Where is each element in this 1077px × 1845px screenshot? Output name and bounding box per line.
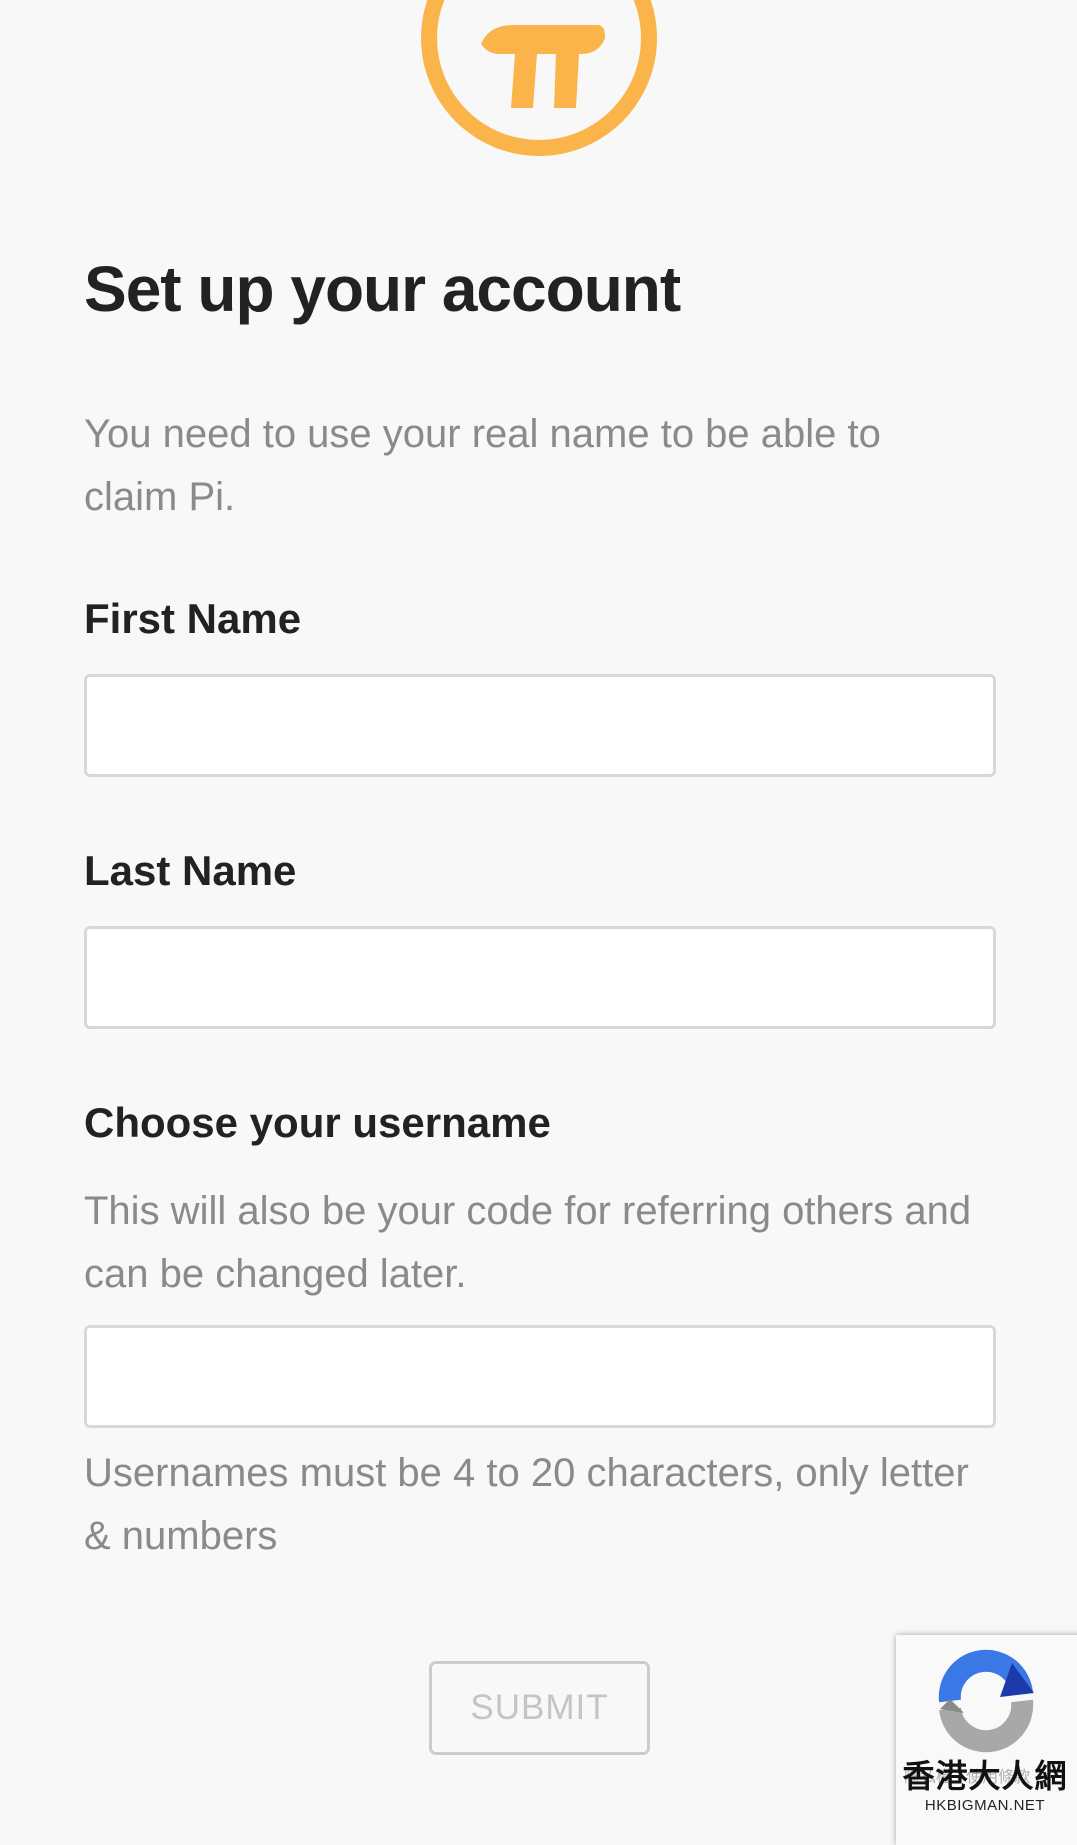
pi-logo-icon xyxy=(481,25,605,108)
username-description: This will also be your code for referrin… xyxy=(84,1189,972,1296)
username-input[interactable] xyxy=(84,1325,996,1428)
watermark: 香港大人網 HKBIGMAN.NET xyxy=(893,1760,1077,1813)
last-name-label: Last Name xyxy=(84,847,297,894)
first-name-input[interactable] xyxy=(84,674,996,777)
last-name-input[interactable] xyxy=(84,926,996,1029)
intro-text: You need to use your real name to be abl… xyxy=(84,412,881,519)
watermark-cn: 香港大人網 xyxy=(902,1757,1068,1795)
submit-button[interactable]: SUBMIT xyxy=(429,1661,650,1755)
username-hint: Usernames must be 4 to 20 characters, on… xyxy=(84,1451,969,1558)
first-name-label: First Name xyxy=(84,595,302,642)
pi-logo xyxy=(421,0,657,156)
recaptcha-icon xyxy=(938,1649,1034,1753)
username-label: Choose your username xyxy=(84,1099,551,1146)
page-title: Set up your account xyxy=(84,253,681,325)
watermark-en: HKBIGMAN.NET xyxy=(924,1797,1046,1814)
